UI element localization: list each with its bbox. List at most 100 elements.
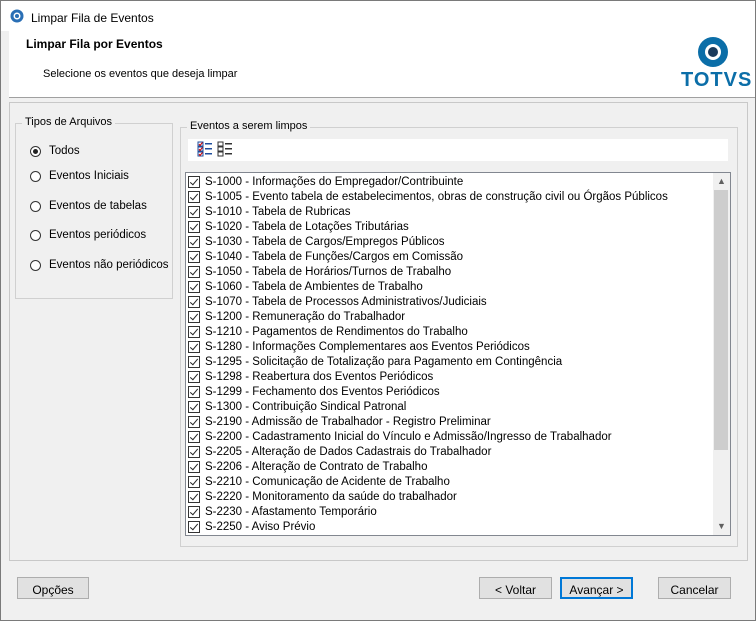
list-item[interactable]: S-1060 - Tabela de Ambientes de Trabalho (188, 279, 423, 294)
event-label: S-2205 - Alteração de Dados Cadastrais d… (205, 445, 492, 458)
file-types-group: Tipos de Arquivos Todos Eventos Iniciais… (15, 116, 173, 299)
checkbox-checked[interactable] (188, 175, 200, 188)
event-label: S-2230 - Afastamento Temporário (205, 505, 377, 518)
file-types-legend: Tipos de Arquivos (22, 116, 116, 128)
checkbox-checked[interactable] (188, 190, 200, 203)
list-item[interactable]: S-1300 - Contribuição Sindical Patronal (188, 399, 406, 414)
event-label: S-2220 - Monitoramento da saúde do traba… (205, 490, 457, 503)
event-label: S-1210 - Pagamentos de Rendimentos do Tr… (205, 325, 468, 338)
event-label: S-1030 - Tabela de Cargos/Empregos Públi… (205, 235, 445, 248)
event-label: S-1299 - Fechamento dos Eventos Periódic… (205, 385, 440, 398)
event-label: S-2190 - Admissão de Trabalhador - Regis… (205, 415, 491, 428)
scroll-thumb[interactable] (714, 190, 728, 450)
checkbox-checked[interactable] (188, 400, 200, 413)
checkbox-checked[interactable] (188, 205, 200, 218)
options-button[interactable]: Opções (17, 577, 89, 599)
checkbox-checked[interactable] (188, 250, 200, 263)
checkbox-checked[interactable] (188, 265, 200, 278)
radio-eventos-iniciais[interactable]: Eventos Iniciais (30, 170, 129, 182)
content-area: Tipos de Arquivos Todos Eventos Iniciais… (9, 102, 748, 561)
list-item[interactable]: S-1295 - Solicitação de Totalização para… (188, 354, 562, 369)
list-item[interactable]: S-2190 - Admissão de Trabalhador - Regis… (188, 414, 491, 429)
event-label: S-1070 - Tabela de Processos Administrat… (205, 295, 487, 308)
back-button[interactable]: < Voltar (479, 577, 552, 599)
event-label: S-1280 - Informações Complementares aos … (205, 340, 530, 353)
checkbox-checked[interactable] (188, 445, 200, 458)
checkbox-checked[interactable] (188, 280, 200, 293)
list-item[interactable]: S-2220 - Monitoramento da saúde do traba… (188, 489, 457, 504)
radio-label: Eventos Iniciais (49, 170, 129, 182)
checkbox-checked[interactable] (188, 520, 200, 533)
event-label: S-2200 - Cadastramento Inicial do Víncul… (205, 430, 612, 443)
list-item[interactable]: S-1070 - Tabela de Processos Administrat… (188, 294, 487, 309)
events-checklist[interactable]: S-1000 - Informações do Empregador/Contr… (185, 172, 731, 536)
event-label: S-1020 - Tabela de Lotações Tributárias (205, 220, 409, 233)
list-item[interactable]: S-1010 - Tabela de Rubricas (188, 204, 351, 219)
checkbox-checked[interactable] (188, 340, 200, 353)
event-label: S-1050 - Tabela de Horários/Turnos de Tr… (205, 265, 452, 278)
radio-button[interactable] (30, 259, 41, 271)
checkbox-checked[interactable] (188, 355, 200, 368)
window-title: Limpar Fila de Eventos (31, 11, 154, 25)
events-group: Eventos a serem limpos S-1000 - Informaç… (180, 120, 738, 547)
radio-todos[interactable]: Todos (30, 145, 80, 157)
list-item[interactable]: S-2230 - Afastamento Temporário (188, 504, 377, 519)
list-item[interactable]: S-1000 - Informações do Empregador/Contr… (188, 174, 463, 189)
title-bar: Limpar Fila de Eventos (1, 1, 755, 31)
list-item[interactable]: S-2205 - Alteração de Dados Cadastrais d… (188, 444, 491, 459)
list-item[interactable]: S-1050 - Tabela de Horários/Turnos de Tr… (188, 264, 451, 279)
list-item[interactable]: S-2200 - Cadastramento Inicial do Víncul… (188, 429, 612, 444)
checkbox-checked[interactable] (188, 295, 200, 308)
uncheck-all-icon[interactable] (217, 141, 233, 157)
cancel-button[interactable]: Cancelar (658, 577, 731, 599)
list-item[interactable]: S-1020 - Tabela de Lotações Tributárias (188, 219, 409, 234)
list-item[interactable]: S-1210 - Pagamentos de Rendimentos do Tr… (188, 324, 468, 339)
radio-eventos-tabelas[interactable]: Eventos de tabelas (30, 200, 147, 212)
list-item[interactable]: S-1040 - Tabela de Funções/Cargos em Com… (188, 249, 463, 264)
radio-button[interactable] (30, 229, 41, 241)
check-all-icon[interactable] (197, 141, 213, 157)
checkbox-checked[interactable] (188, 505, 200, 518)
event-label: S-1298 - Reabertura dos Eventos Periódic… (205, 370, 434, 383)
event-label: S-2250 - Aviso Prévio (205, 520, 316, 533)
event-label: S-1300 - Contribuição Sindical Patronal (205, 400, 407, 413)
checkbox-checked[interactable] (188, 460, 200, 473)
list-item[interactable]: S-1280 - Informações Complementares aos … (188, 339, 530, 354)
list-item[interactable]: S-1298 - Reabertura dos Eventos Periódic… (188, 369, 433, 384)
list-item[interactable]: S-1005 - Evento tabela de estabeleciment… (188, 189, 668, 204)
list-item[interactable]: S-1200 - Remuneração do Trabalhador (188, 309, 405, 324)
page-title: Limpar Fila por Eventos (26, 37, 163, 51)
list-item[interactable]: S-2250 - Aviso Prévio (188, 519, 315, 534)
checkbox-checked[interactable] (188, 490, 200, 503)
event-label: S-1295 - Solicitação de Totalização para… (205, 355, 563, 368)
wizard-header: Limpar Fila por Eventos Selecione os eve… (9, 31, 755, 98)
scroll-up-arrow-icon[interactable]: ▲ (713, 173, 730, 190)
checkbox-checked[interactable] (188, 220, 200, 233)
list-item[interactable]: S-1030 - Tabela de Cargos/Empregos Públi… (188, 234, 445, 249)
radio-label: Eventos periódicos (49, 229, 147, 241)
app-icon (10, 9, 24, 23)
checkbox-checked[interactable] (188, 415, 200, 428)
radio-button[interactable] (30, 145, 41, 157)
checkbox-checked[interactable] (188, 325, 200, 338)
logo-text: TOTVS (681, 69, 753, 91)
checkbox-checked[interactable] (188, 310, 200, 323)
list-item[interactable]: S-2210 - Comunicação de Acidente de Trab… (188, 474, 450, 489)
checkbox-checked[interactable] (188, 385, 200, 398)
checkbox-checked[interactable] (188, 235, 200, 248)
totvs-logo-icon (698, 37, 728, 67)
events-toolbar (188, 139, 728, 161)
list-scrollbar[interactable]: ▲ ▼ (713, 173, 730, 535)
checkbox-checked[interactable] (188, 370, 200, 383)
checkbox-checked[interactable] (188, 475, 200, 488)
radio-button[interactable] (30, 200, 41, 212)
list-item[interactable]: S-1299 - Fechamento dos Eventos Periódic… (188, 384, 440, 399)
radio-eventos-periodicos[interactable]: Eventos periódicos (30, 229, 146, 241)
list-item[interactable]: S-2206 - Alteração de Contrato de Trabal… (188, 459, 427, 474)
radio-eventos-nao-periodicos[interactable]: Eventos não periódicos (30, 259, 169, 271)
checkbox-checked[interactable] (188, 430, 200, 443)
next-button[interactable]: Avançar > (560, 577, 633, 599)
radio-button[interactable] (30, 170, 41, 182)
scroll-down-arrow-icon[interactable]: ▼ (713, 518, 730, 535)
page-subtitle: Selecione os eventos que deseja limpar (43, 68, 238, 80)
